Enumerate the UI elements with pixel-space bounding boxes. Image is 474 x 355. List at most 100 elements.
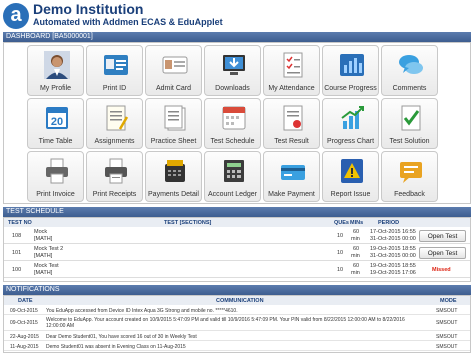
notifications-title: NOTIFICATIONS — [3, 285, 471, 295]
student-photo-icon — [44, 51, 70, 79]
test-solution-icon — [401, 105, 421, 131]
tile-label: Feedback — [394, 191, 425, 198]
test-ques: 10 — [337, 250, 344, 256]
test-mins: 60 — [353, 263, 360, 269]
report-issue-icon — [341, 159, 363, 183]
notification-mode: SMSOUT — [436, 320, 458, 326]
tile-admit-card[interactable]: Admit Card — [145, 45, 202, 96]
tile-print-receipts[interactable]: Print Receipts — [86, 151, 143, 202]
tile-label: Admit Card — [155, 85, 191, 92]
tile-label: Downloads — [215, 85, 250, 92]
tile-my-attendance[interactable]: My Attendance — [263, 45, 320, 96]
tile-label: Test Solution — [389, 138, 430, 145]
tile-course-progress[interactable]: Course Progress — [322, 45, 379, 96]
test-no: 101 — [12, 250, 22, 256]
test-name: Mock Test 2 — [34, 246, 64, 252]
print-invoice-icon — [46, 158, 68, 184]
tile-label: Make Payment — [268, 191, 315, 198]
tile-label: Assignments — [94, 138, 135, 145]
institution-name: Demo Institution — [33, 1, 144, 17]
tile-label: Print Receipts — [92, 191, 137, 198]
test-name: Mock — [34, 229, 48, 235]
addmen-logo-icon: a — [3, 3, 29, 29]
tile-test-solution[interactable]: Test Solution — [381, 98, 438, 149]
test-mins-unit: min — [351, 270, 360, 276]
make-payment-icon — [281, 165, 305, 180]
notification-mode: SMSOUT — [436, 334, 458, 340]
notification-date: 09-Oct-2015 — [10, 308, 38, 314]
tile-test-result[interactable]: Test Result — [263, 98, 320, 149]
table-row: 108 Mock [MATH] 10 60 min 17-Oct-2015 16… — [4, 228, 470, 244]
test-period-from: 19-Oct-2015 18:55 — [370, 246, 416, 252]
assignments-icon — [106, 105, 129, 131]
tile-print-invoice[interactable]: Print Invoice — [27, 151, 84, 202]
test-mins: 60 — [353, 246, 360, 252]
id-card-icon — [104, 55, 128, 75]
tile-label: Comments — [392, 85, 427, 92]
tile-label: Account Ledger — [207, 191, 258, 198]
test-ques: 10 — [337, 267, 344, 273]
notification-date: 11-Aug-2015 — [10, 344, 39, 350]
tile-report-issue[interactable]: Report Issue — [322, 151, 379, 202]
account-ledger-icon — [224, 160, 244, 182]
course-progress-icon — [340, 54, 364, 76]
col-communication: COMMUNICATION — [216, 298, 264, 304]
notification-date: 22-Aug-2015 — [10, 334, 39, 340]
feedback-icon — [400, 162, 422, 183]
notification-message: Dear Demo Student01, You have scored 16 … — [46, 334, 197, 340]
tile-comments[interactable]: Comments — [381, 45, 438, 96]
test-section: [MATH] — [34, 236, 53, 242]
tile-downloads[interactable]: Downloads — [204, 45, 261, 96]
tile-feedback[interactable]: Feedback — [381, 151, 438, 202]
col-mins: MINs — [350, 220, 364, 226]
notification-row: 09-Oct-2015 Welcome to EduApp. Your acco… — [4, 316, 470, 331]
test-period-from: 17-Oct-2015 16:55 — [370, 229, 416, 235]
col-test-sections: TEST [SECTIONS] — [164, 220, 212, 226]
table-row: 100 Mock Test [MATH] 10 60 min 19-Oct-20… — [4, 262, 470, 278]
dashboard-title: DASHBOARD [BA5000001] — [3, 32, 471, 42]
tile-assignments[interactable]: Assignments — [86, 98, 143, 149]
notification-mode: SMSOUT — [436, 308, 458, 314]
svg-text:20: 20 — [51, 116, 63, 128]
test-name: Mock Test — [34, 263, 59, 269]
test-period-to: 31-Oct-2015 00:00 — [370, 253, 416, 259]
tile-practice-sheet[interactable]: Practice Sheet — [145, 98, 202, 149]
practice-sheet-icon — [164, 105, 186, 131]
test-section: [MATH] — [34, 270, 53, 276]
tile-make-payment[interactable]: Make Payment — [263, 151, 320, 202]
notification-message: Welcome to EduApp. Your account created … — [46, 317, 405, 329]
tile-progress-chart[interactable]: Progress Chart — [322, 98, 379, 149]
tile-label: Payments Detail — [148, 191, 199, 198]
test-period-to: 31-Oct-2015 00:00 — [370, 236, 416, 242]
tile-label: Progress Chart — [326, 138, 375, 145]
tile-label: My Profile — [39, 85, 72, 92]
tile-label: My Attendance — [268, 85, 315, 92]
test-period-to: 19-Oct-2015 17:06 — [370, 270, 416, 276]
tile-print-id[interactable]: Print ID — [86, 45, 143, 96]
col-date: DATE — [18, 298, 33, 304]
tile-time-table[interactable]: 20 Time Table — [27, 98, 84, 149]
notification-row: 11-Aug-2015 Demo Student01 was absent in… — [4, 342, 470, 351]
test-section: [MATH] — [34, 253, 53, 259]
test-mins-unit: min — [351, 236, 360, 242]
tile-my-profile[interactable]: My Profile — [27, 45, 84, 96]
card-machine-icon — [165, 160, 185, 182]
tile-label: Print Invoice — [36, 191, 75, 198]
notifications-header: DATE COMMUNICATION MODE — [4, 296, 470, 305]
admit-card-icon — [162, 56, 188, 74]
col-test-no: TEST NO — [8, 220, 32, 226]
open-test-button[interactable]: Open Test — [419, 247, 466, 259]
table-row: 101 Mock Test 2 [MATH] 10 60 min 19-Oct-… — [4, 245, 470, 261]
test-schedule-title: TEST SCHEDULE — [3, 207, 471, 217]
tile-label: Practice Sheet — [150, 138, 197, 145]
open-test-button[interactable]: Open Test — [419, 230, 466, 242]
test-result-icon — [283, 105, 303, 131]
tile-account-ledger[interactable]: Account Ledger — [204, 151, 261, 202]
progress-chart-icon — [341, 106, 364, 129]
tile-payments-detail[interactable]: Payments Detail — [145, 151, 202, 202]
print-receipts-icon — [105, 158, 127, 184]
col-ques: QUEs — [334, 220, 349, 226]
attendance-sheet-icon — [283, 52, 303, 78]
tile-test-schedule[interactable]: Test Schedule — [204, 98, 261, 149]
notification-row: 22-Aug-2015 Dear Demo Student01, You hav… — [4, 332, 470, 341]
